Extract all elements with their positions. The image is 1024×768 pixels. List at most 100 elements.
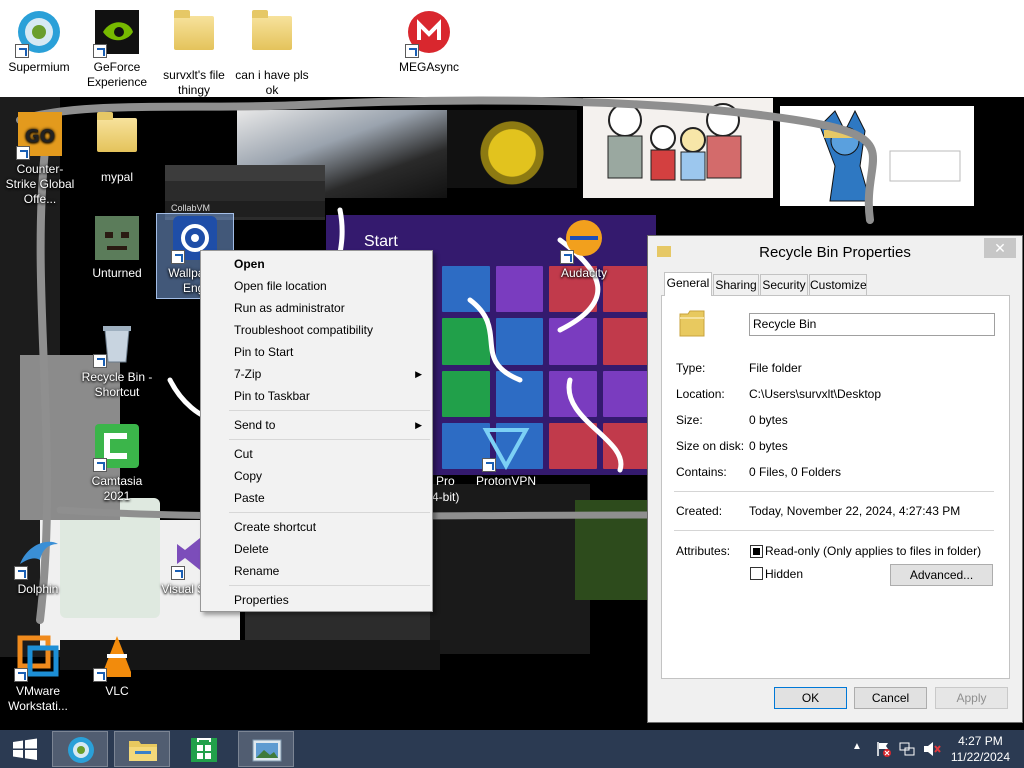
vmware-icon (14, 632, 62, 682)
taskbar-store[interactable] (176, 731, 232, 767)
menu-item-open[interactable]: Open (201, 253, 432, 275)
menu-separator (229, 439, 430, 440)
wallpaper-dirt-image (575, 500, 650, 600)
start-button[interactable] (0, 731, 50, 767)
close-button[interactable]: ✕ (984, 238, 1016, 258)
contains-label: Contains: (676, 465, 727, 479)
ok-button[interactable]: OK (774, 687, 847, 709)
shortcut-arrow-icon (93, 668, 107, 682)
menu-item-open-file-location[interactable]: Open file location (201, 275, 432, 297)
attributes-label: Attributes: (676, 544, 731, 558)
advanced-button[interactable]: Advanced... (890, 564, 993, 586)
unturned-icon (93, 214, 141, 262)
volume-muted-icon[interactable] (923, 741, 941, 757)
taskbar-file-explorer[interactable] (114, 731, 170, 767)
shortcut-arrow-icon (560, 250, 574, 264)
desktop-icon-label: Unturned (92, 266, 142, 280)
shortcut-arrow-icon (16, 146, 30, 160)
hidden-label: Hidden (765, 567, 804, 581)
mega-icon (405, 8, 453, 58)
type-label: Type: (676, 361, 706, 375)
action-center-flag-icon[interactable] (875, 741, 891, 757)
menu-item-properties[interactable]: Properties (201, 589, 432, 611)
desktop-icon-label: GeForce Experience (86, 60, 148, 89)
desktop-icon-protonvpn[interactable]: ProtonVPN (468, 422, 544, 489)
desktop-icon-label: Supermium (8, 60, 70, 74)
desktop-icon-label: Recycle Bin - Shortcut (81, 370, 153, 399)
menu-item-label: Create shortcut (234, 520, 317, 534)
location-label: Location: (676, 387, 725, 401)
desktop-icon-audacity[interactable]: Audacity (546, 214, 622, 281)
desktop-icon-survxlts-file-thingy[interactable]: survxlt's file thingy (156, 8, 232, 98)
dolphin-icon (14, 530, 62, 580)
desktop-icon-vmware[interactable]: VMware Workstati... (0, 632, 76, 714)
menu-item-paste[interactable]: Paste (201, 487, 432, 509)
shortcut-arrow-icon (14, 566, 28, 580)
shortcut-arrow-icon (93, 458, 107, 472)
tab-security[interactable]: Security (760, 274, 808, 295)
name-field[interactable]: Recycle Bin (749, 313, 995, 336)
shortcut-arrow-icon (15, 44, 29, 58)
menu-item-cut[interactable]: Cut (201, 443, 432, 465)
store-icon (191, 738, 217, 762)
file-explorer-icon (129, 741, 157, 761)
desktop-icon-can-i-have-pls-ok[interactable]: can i have pls ok (234, 8, 310, 98)
supermium-icon (15, 8, 63, 58)
shortcut-arrow-icon (14, 668, 28, 682)
menu-item-7-zip[interactable]: 7-Zip ▶ (201, 363, 432, 385)
menu-item-pin-to-taskbar[interactable]: Pin to Taskbar (201, 385, 432, 407)
dialog-title: Recycle Bin Properties (759, 244, 911, 261)
taskbar-clock[interactable]: 4:27 PM 11/22/2024 (951, 733, 1010, 765)
dialog-titlebar[interactable]: Recycle Bin Properties ✕ (648, 236, 1022, 268)
menu-item-run-as-administrator[interactable]: Run as administrator (201, 297, 432, 319)
shortcut-arrow-icon (93, 354, 107, 368)
panel-folder-icon (678, 308, 706, 338)
desktop-icon-label: can i have pls ok (235, 68, 309, 97)
desktop-icon-csgo[interactable]: GO Counter-Strike Global Offe... (2, 110, 78, 207)
network-icon[interactable] (899, 741, 915, 757)
tab-customize[interactable]: Customize (809, 274, 867, 295)
menu-item-copy[interactable]: Copy (201, 465, 432, 487)
audacity-icon (560, 214, 608, 264)
taskbar-supermium[interactable] (52, 731, 108, 767)
shortcut-arrow-icon (171, 566, 185, 580)
desktop-icon-megasync[interactable]: MEGAsync (391, 8, 467, 75)
geforce-icon (93, 8, 141, 58)
tab-general[interactable]: General (664, 272, 712, 296)
desktop-icon-unturned[interactable]: Unturned (79, 214, 155, 281)
desktop-icon-dolphin[interactable]: Dolphin (0, 530, 76, 597)
menu-item-create-shortcut[interactable]: Create shortcut (201, 516, 432, 538)
cancel-button[interactable]: Cancel (854, 687, 927, 709)
show-hidden-icons-icon[interactable]: ▲ (852, 741, 862, 752)
submenu-arrow-icon: ▶ (415, 420, 422, 430)
vlc-icon (93, 632, 141, 682)
menu-item-label: Open (234, 257, 265, 271)
desktop-icon-geforce[interactable]: GeForce Experience (79, 8, 155, 90)
wallpaper-browser-screenshot: CollabVM (165, 165, 325, 220)
taskbar-photos[interactable] (238, 731, 294, 767)
menu-item-pin-to-start[interactable]: Pin to Start (201, 341, 432, 363)
hidden-checkbox[interactable] (750, 567, 763, 580)
menu-item-troubleshoot-compatibility[interactable]: Troubleshoot compatibility (201, 319, 432, 341)
menu-item-delete[interactable]: Delete (201, 538, 432, 560)
menu-item-label: 7-Zip (234, 367, 262, 381)
recycle-bin-icon (93, 318, 141, 368)
readonly-label: Read-only (Only applies to files in fold… (765, 544, 982, 558)
menu-item-rename[interactable]: Rename (201, 560, 432, 582)
desktop-icon-vlc[interactable]: VLC (79, 632, 155, 699)
menu-separator (229, 410, 430, 411)
desktop-icon-supermium[interactable]: Supermium (1, 8, 77, 75)
menu-item-send-to[interactable]: Send to ▶ (201, 414, 432, 436)
tab-sharing[interactable]: Sharing (713, 274, 759, 295)
desktop-icon-recycle-bin-shortcut[interactable]: Recycle Bin - Shortcut (79, 318, 155, 400)
menu-item-label: Paste (234, 491, 265, 505)
readonly-checkbox[interactable] (750, 545, 763, 558)
size-on-disk-label: Size on disk: (676, 439, 745, 453)
apply-button[interactable]: Apply (935, 687, 1008, 709)
wallpaper-drawing-image (583, 98, 773, 198)
windows-logo-icon (13, 738, 37, 760)
desktop-icon-camtasia[interactable]: Camtasia 2021 (79, 422, 155, 504)
csgo-icon: GO (16, 110, 64, 160)
desktop-icon-mypal[interactable]: mypal (79, 110, 155, 185)
type-value: File folder (749, 361, 802, 375)
